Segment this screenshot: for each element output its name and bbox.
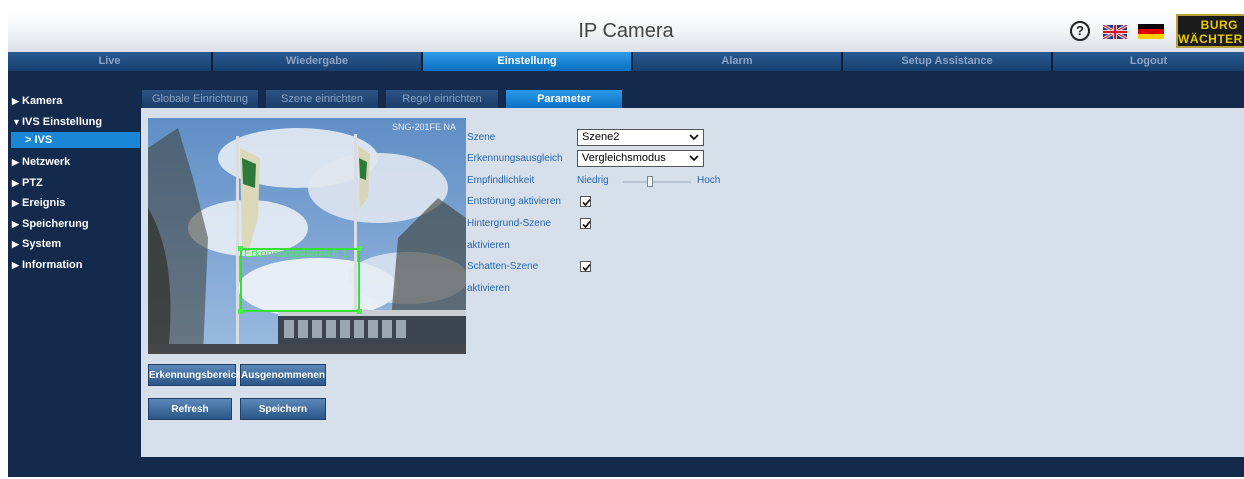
app-title: IP Camera [578,20,674,42]
sidebar-item-information[interactable]: ▶ Information [8,255,140,276]
shadow-scene-label-2: aktivieren [467,283,510,294]
sidebar-item-label: Kamera [22,95,63,107]
zone-label: Erkennungsbereich 1 [244,248,348,260]
subtab-globale-einrichtung[interactable]: Globale Einrichtung [142,90,258,108]
sensitivity-slider-thumb[interactable] [647,176,654,187]
background-scene-checkbox[interactable] [580,218,591,229]
compensation-select-value: Vergleichsmodus [582,152,666,164]
background-scene-label-2: aktivieren [467,240,510,251]
subtab-regel-einrichten[interactable]: Regel einrichten [386,90,498,108]
header-bar: IP Camera ? BURG WÄCHTER [8,10,1244,52]
sidebar-item-netzwerk[interactable]: ▶ Netzwerk [8,152,140,173]
sidebar-item-label: IVS Einstellung [22,115,103,128]
uk-flag-icon[interactable] [1103,25,1127,39]
shadow-scene-label-1: Schatten-Szene [467,261,539,272]
noise-reduction-label: Entstörung aktivieren [467,196,561,207]
noise-reduction-checkbox[interactable] [580,196,591,207]
sidebar-item-label: Information [22,258,83,271]
checkmark-icon [582,220,591,229]
subtab-parameter[interactable]: Parameter [506,90,622,108]
caret-right-icon: ▶ [12,177,19,188]
zone-handle-bottom-left[interactable] [238,309,243,314]
shadow-scene-checkbox[interactable] [580,261,591,272]
zone-handle-top-left[interactable] [238,246,243,251]
logo-line-1: BURG [1200,18,1238,32]
sidebar-item-ereignis[interactable]: ▶ Ereignis [8,193,140,214]
sidebar-item-kamera[interactable]: ▶ Kamera [8,91,140,112]
tab-live[interactable]: Live [8,52,213,71]
content-panel: SNG-201FE NA Erkennungsbereich 1 Erkennu… [141,108,1244,457]
tab-einstellung[interactable]: Einstellung [423,52,633,71]
caret-right-icon: ▶ [12,157,19,167]
checkmark-icon [582,198,591,207]
sidebar-item-label: Ereignis [22,197,66,209]
sidebar-item-label: Speicherung [22,217,89,230]
sidebar-item-speicherung[interactable]: ▶ Speicherung [8,214,140,235]
app-window: IP Camera ? BURG WÄCHTER Live Wiedergabe… [8,10,1244,477]
zone-handle-top-right[interactable] [357,246,362,251]
detection-zone-box[interactable]: Erkennungsbereich 1 [238,246,362,314]
sidebar-item-ivs-einstellung[interactable]: ▼IVS Einstellung [8,112,140,133]
subtab-szene-einrichten[interactable]: Szene einrichten [266,90,378,108]
compensation-label: Erkennungsausgleich [467,153,563,164]
german-flag-icon[interactable] [1138,24,1164,39]
settings-subtabs: Globale Einrichtung Szene einrichten Reg… [142,90,630,108]
excluded-area-button[interactable]: Ausgenommenen [240,364,326,386]
sidebar-item-label: System [22,238,62,250]
chevron-down-icon [689,155,699,162]
compensation-select[interactable]: Vergleichsmodus [577,150,704,167]
camera-label: SNG-201FE NA [391,122,456,132]
question-circle-icon[interactable]: ? [1070,21,1090,41]
sensitivity-slider-track[interactable] [623,181,691,183]
tab-logout[interactable]: Logout [1053,52,1244,71]
detection-area-button[interactable]: Erkennungsbereich [148,364,242,386]
refresh-button[interactable]: Refresh [148,398,232,420]
sensitivity-low-label: Niedrig [577,175,609,186]
background-scene-label-1: Hintergrund-Szene [467,218,551,229]
scene-label: Szene [467,132,496,143]
sidebar-item-label: Netzwerk [22,156,71,168]
sensitivity-label: Empfindlichkeit [467,175,535,186]
caret-down-icon: ▼ [12,116,21,127]
sidebar-item-label: IVS [34,134,53,146]
checkmark-icon [582,263,591,272]
caret-right-icon: ▶ [12,239,19,249]
burg-waechter-logo: BURG WÄCHTER [1176,14,1244,48]
scene-select-value: Szene2 [582,131,620,143]
sidebar-item-ivs[interactable]: > IVS [11,132,140,148]
caret-right-icon: ▶ [12,96,19,106]
camera-scene-image [148,118,466,354]
tab-wiedergabe[interactable]: Wiedergabe [213,52,423,71]
camera-preview[interactable]: SNG-201FE NA Erkennungsbereich 1 [148,118,466,354]
chevron-down-icon [689,134,699,141]
sidebar-item-ptz[interactable]: ▶ PTZ [8,173,140,194]
caret-right-icon: ▶ [12,218,19,229]
caret-right-icon: ▶ [12,259,19,270]
zone-handle-bottom-right[interactable] [357,309,362,314]
sidebar-item-system[interactable]: ▶ System [8,234,140,255]
scene-select[interactable]: Szene2 [577,129,704,146]
sidebar: ▶ Kamera ▼IVS Einstellung > IVS ▶ Netzwerk… [8,71,140,477]
sidebar-item-label: PTZ [22,176,43,189]
top-navigation: Live Wiedergabe Einstellung Alarm Setup … [8,52,1244,71]
save-button[interactable]: Speichern [240,398,326,420]
footer-bar [8,457,1244,477]
tab-alarm[interactable]: Alarm [633,52,843,71]
sensitivity-high-label: Hoch [697,175,721,186]
tab-setup-assistance[interactable]: Setup Assistance [843,52,1053,71]
logo-line-2: WÄCHTER [1178,32,1243,46]
caret-right-icon: ▶ [12,198,19,208]
